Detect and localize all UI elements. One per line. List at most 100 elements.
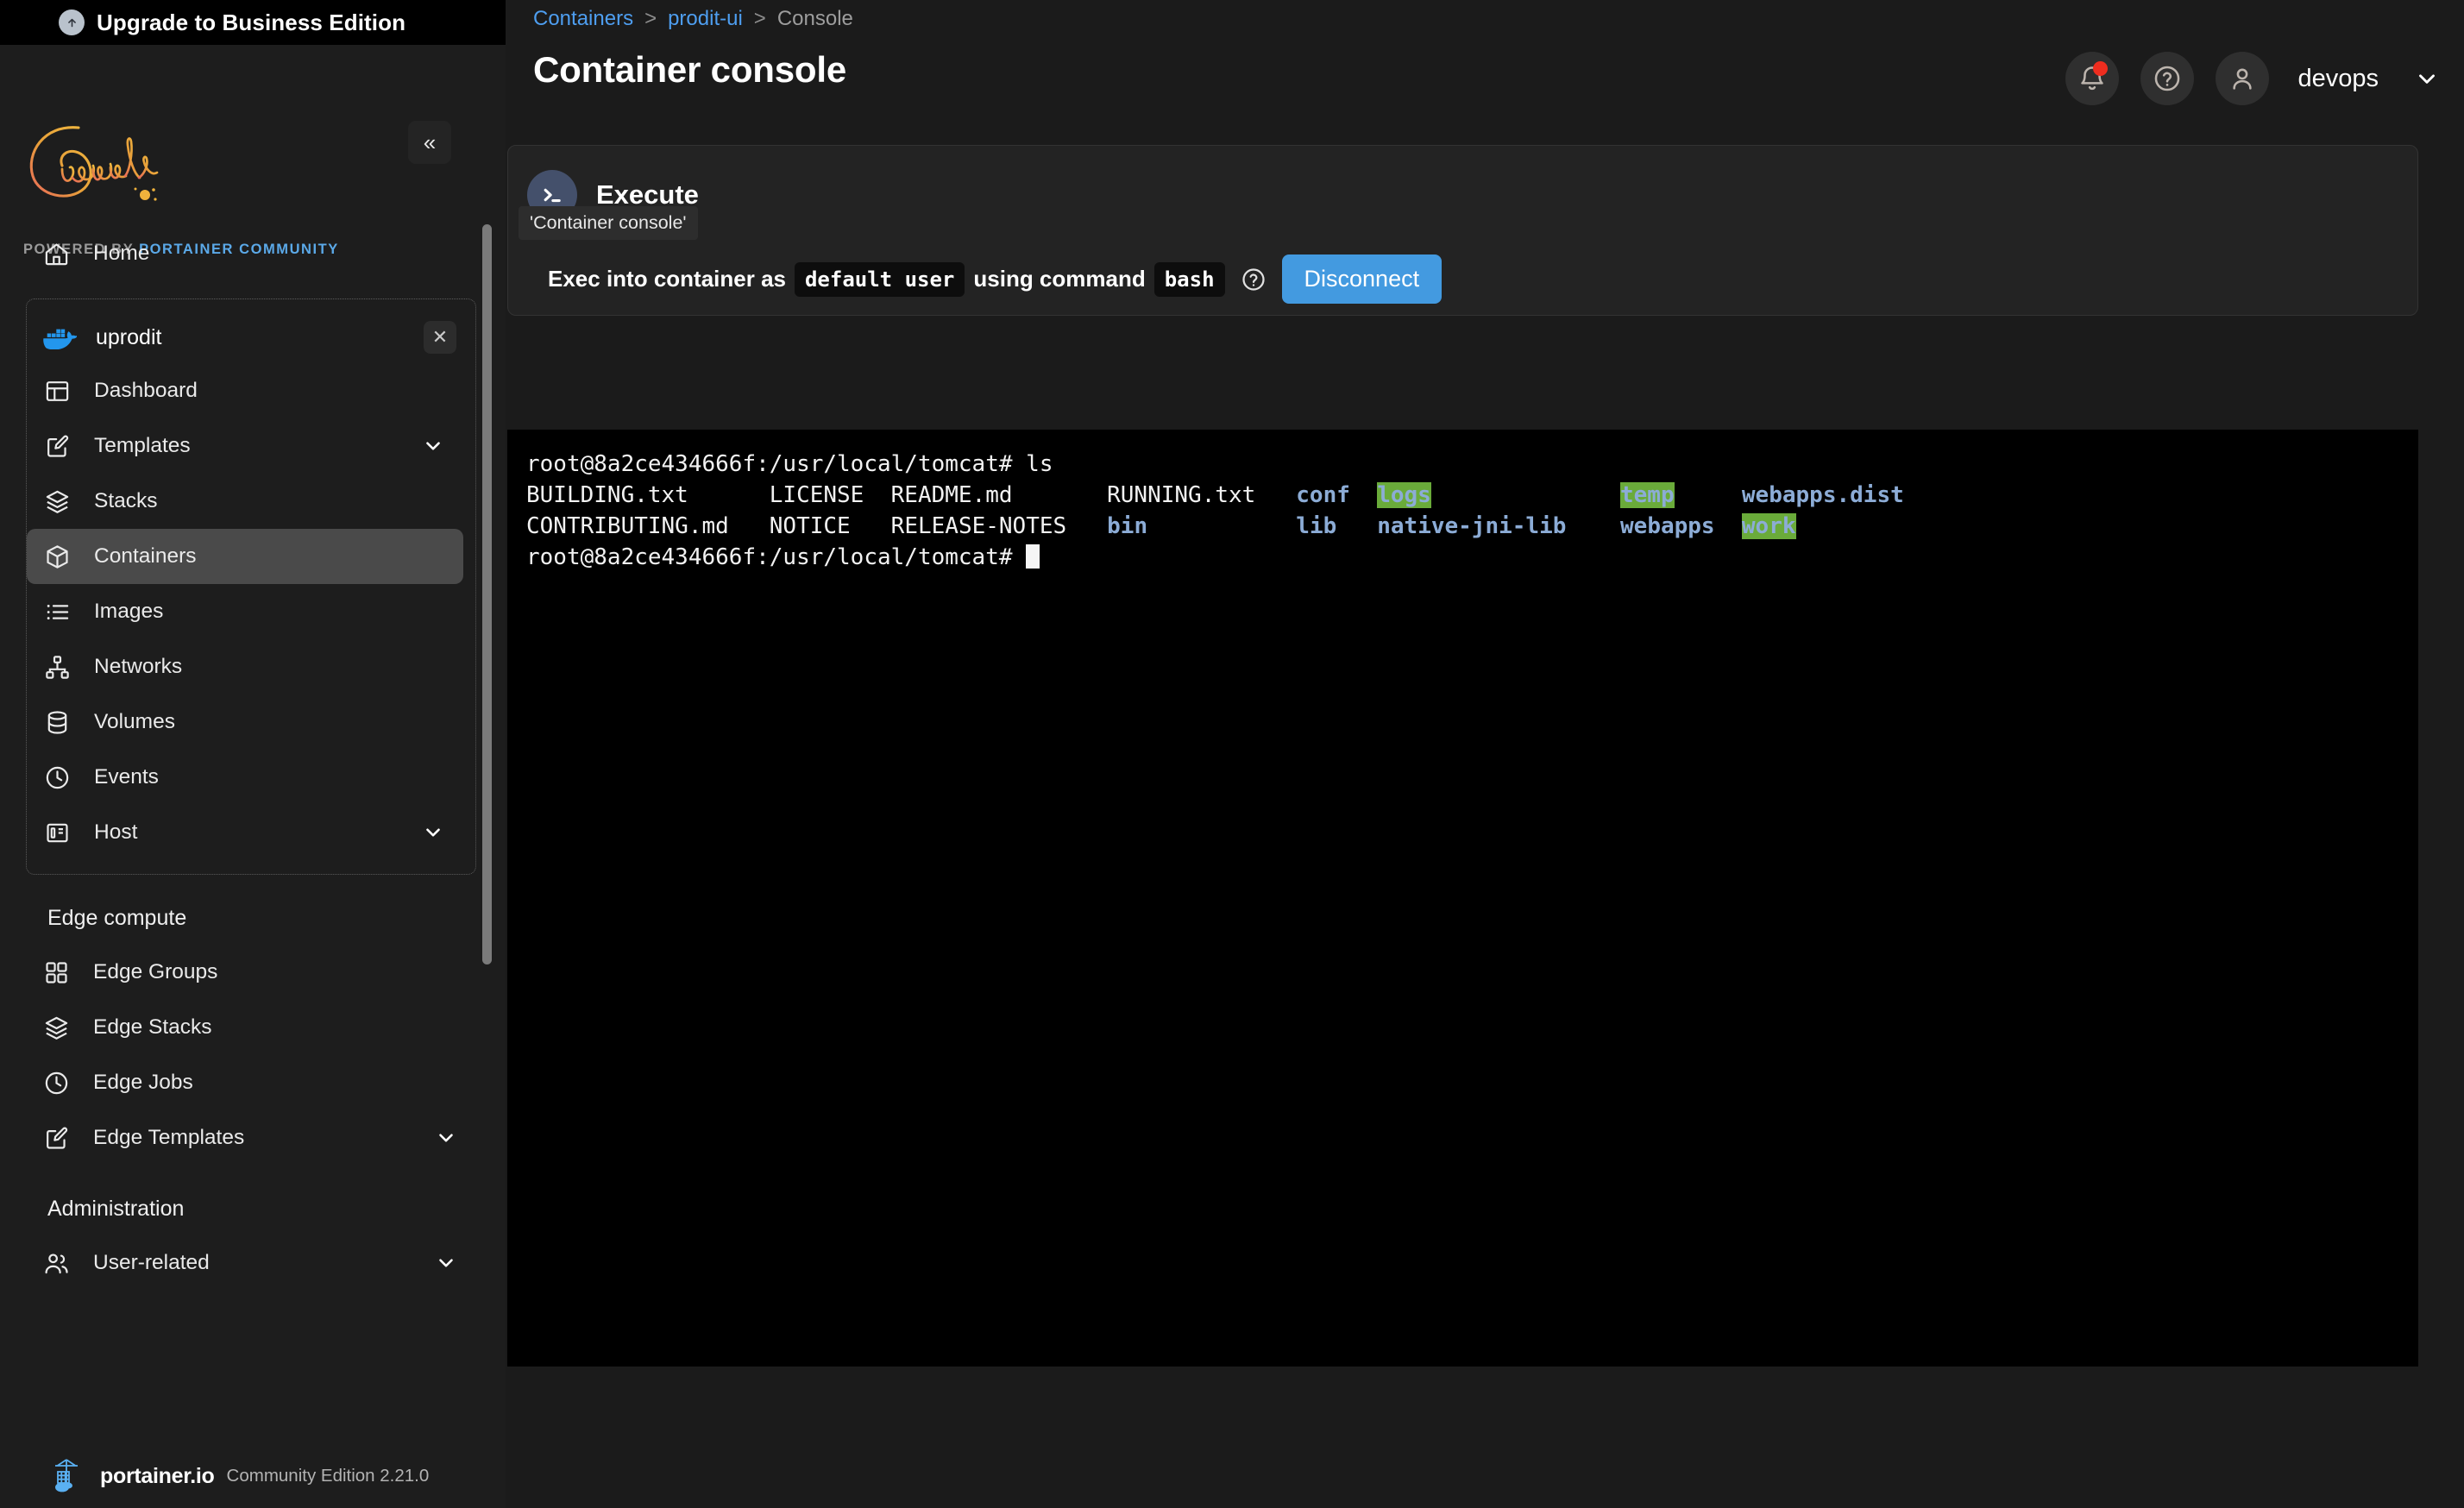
chevron-down-icon[interactable] bbox=[435, 1252, 457, 1274]
terminal-listing-entry: BUILDING.txt bbox=[526, 482, 688, 508]
terminal-listing-entry: NOTICE bbox=[769, 513, 851, 539]
terminal-output[interactable]: root@8a2ce434666f:/usr/local/tomcat# ls … bbox=[507, 430, 2418, 1367]
sidebar-item-events[interactable]: Events bbox=[27, 750, 463, 805]
terminal-listing-cell: RELEASE-NOTES bbox=[891, 511, 1107, 542]
sidebar-scrollbar-thumb[interactable] bbox=[482, 224, 492, 964]
exec-sentence-part2: using command bbox=[973, 266, 1146, 292]
terminal-prompt-line-last: root@8a2ce434666f:/usr/local/tomcat# bbox=[526, 542, 2418, 573]
administration-section-title: Administration bbox=[47, 1197, 185, 1221]
terminal-listing-cell: bin bbox=[1107, 511, 1296, 542]
sidebar-item-edge-templates[interactable]: Edge Templates bbox=[26, 1110, 476, 1166]
terminal-listing-cell: webapps bbox=[1620, 511, 1742, 542]
execute-header: Execute 'Container console' bbox=[508, 146, 2417, 240]
terminal-listing-entry: conf bbox=[1296, 482, 1350, 508]
terminal-listing-cell: RUNNING.txt bbox=[1107, 480, 1296, 511]
collapse-sidebar-button[interactable]: « bbox=[408, 121, 451, 164]
sidebar-item-edge-jobs[interactable]: Edge Jobs bbox=[26, 1055, 476, 1110]
question-circle-icon bbox=[2155, 66, 2180, 91]
sidebar-item-edge-groups[interactable]: Edge Groups bbox=[26, 945, 476, 1000]
breadcrumb-item-prodit-ui[interactable]: prodit-ui bbox=[668, 7, 743, 31]
sidebar-item-label: Dashboard bbox=[94, 379, 198, 402]
terminal-listing-cell: BUILDING.txt bbox=[526, 480, 770, 511]
chevron-down-icon[interactable] bbox=[422, 435, 444, 457]
main-content: Containers > prodit-ui > Console Contain… bbox=[506, 0, 2464, 1508]
sidebar-item-home[interactable]: Home bbox=[26, 226, 476, 281]
sidebar-item-label: Images bbox=[94, 600, 164, 623]
terminal-listing-entry: LICENSE bbox=[769, 482, 864, 508]
sidebar-item-label: Home bbox=[93, 242, 150, 265]
sidebar-item-dashboard[interactable]: Dashboard bbox=[27, 363, 463, 418]
sidebar-item-label: Edge Jobs bbox=[93, 1071, 193, 1094]
terminal-listing-cell: conf bbox=[1296, 480, 1377, 511]
templates-edit-icon bbox=[42, 431, 72, 461]
terminal-prompt-text: root@8a2ce434666f:/usr/local/tomcat# bbox=[526, 544, 1027, 570]
help-button[interactable] bbox=[2140, 52, 2195, 105]
avatar[interactable] bbox=[2216, 52, 2270, 105]
sidebar-footer: portainer.io Community Edition 2.21.0 bbox=[0, 1444, 506, 1508]
sidebar-item-containers[interactable]: Containers bbox=[27, 529, 463, 584]
breadcrumb-item-containers[interactable]: Containers bbox=[533, 7, 633, 31]
sidebar-item-host[interactable]: Host bbox=[27, 805, 463, 860]
terminal-listing-entry: native-jni-lib bbox=[1377, 513, 1567, 539]
header-actions: devops bbox=[2065, 52, 2440, 105]
terminal-listing-entry: lib bbox=[1296, 513, 1337, 539]
environment-header[interactable]: uprodit ✕ bbox=[27, 311, 463, 363]
edge-groups-grid-icon bbox=[41, 958, 71, 987]
sidebar-item-label: Events bbox=[94, 765, 159, 789]
disconnect-button[interactable]: Disconnect bbox=[1281, 254, 1443, 304]
environment-name: uprodit bbox=[96, 324, 162, 349]
edge-jobs-clock-icon bbox=[41, 1068, 71, 1097]
breadcrumb: Containers > prodit-ui > Console bbox=[533, 7, 853, 31]
terminal-listing-cell: logs bbox=[1377, 480, 1620, 511]
sidebar-item-label: User-related bbox=[93, 1251, 210, 1274]
upgrade-arrow-icon bbox=[59, 9, 85, 35]
user-avatar-icon bbox=[2233, 68, 2253, 90]
terminal-listing-entry: temp bbox=[1620, 482, 1675, 508]
exec-user-value: default user bbox=[794, 261, 965, 297]
user-related-people-icon bbox=[41, 1248, 71, 1278]
sidebar-item-volumes[interactable]: Volumes bbox=[27, 694, 463, 750]
chevron-down-icon[interactable] bbox=[435, 1127, 457, 1149]
comwork-logo bbox=[29, 126, 159, 201]
sidebar-item-label: Edge Templates bbox=[93, 1126, 245, 1149]
sidebar-item-images[interactable]: Images bbox=[27, 584, 463, 639]
sidebar-item-networks[interactable]: Networks bbox=[27, 639, 463, 694]
sidebar-item-edge-stacks[interactable]: Edge Stacks bbox=[26, 1000, 476, 1055]
terminal-listing-row: CONTRIBUTING.md NOTICE RELEASE-NOTES bin… bbox=[526, 511, 2418, 542]
sidebar-scrollbar[interactable] bbox=[482, 224, 492, 1389]
edge-compute-section-title: Edge compute bbox=[47, 906, 187, 930]
portainer-crane-icon bbox=[55, 1459, 78, 1492]
sidebar-item-templates[interactable]: Templates bbox=[27, 418, 463, 474]
portainer-version: Community Edition 2.21.0 bbox=[226, 1466, 430, 1486]
portainer-name: portainer.io bbox=[100, 1463, 215, 1488]
stacks-layers-icon bbox=[42, 487, 72, 516]
docker-whale-icon bbox=[42, 325, 77, 349]
user-menu-chevron-down-icon[interactable] bbox=[2414, 66, 2440, 91]
upgrade-label: Upgrade to Business Edition bbox=[97, 9, 406, 35]
environment-close-button[interactable]: ✕ bbox=[424, 321, 456, 354]
chevron-down-icon[interactable] bbox=[422, 821, 444, 844]
sidebar-item-user-related[interactable]: User-related bbox=[26, 1235, 476, 1291]
terminal-listing-entry: CONTRIBUTING.md bbox=[526, 513, 729, 539]
notifications-button[interactable] bbox=[2065, 52, 2120, 105]
breadcrumb-item-console: Console bbox=[776, 7, 853, 30]
terminal-listing-entry: work bbox=[1741, 513, 1796, 539]
terminal-listing-entry: webapps.dist bbox=[1741, 482, 1904, 508]
terminal-listing-cell: temp bbox=[1620, 480, 1742, 511]
exec-command-row: Exec into container as default user usin… bbox=[548, 254, 2417, 304]
exec-sentence-part1: Exec into container as bbox=[548, 266, 786, 292]
terminal-listing-cell: README.md bbox=[891, 480, 1107, 511]
terminal-listing-cell: native-jni-lib bbox=[1377, 511, 1620, 542]
exec-help-icon[interactable] bbox=[1241, 267, 1267, 292]
sidebar-item-stacks[interactable]: Stacks bbox=[27, 474, 463, 529]
exec-command-value: bash bbox=[1153, 261, 1225, 297]
container-cube-icon bbox=[42, 542, 72, 571]
upgrade-banner[interactable]: Upgrade to Business Edition bbox=[0, 0, 506, 45]
sidebar-item-label: Stacks bbox=[94, 489, 158, 512]
terminal-listing-cell: LICENSE bbox=[770, 480, 891, 511]
sidebar-item-label: Networks bbox=[94, 655, 183, 678]
edge-templates-edit-icon bbox=[41, 1123, 71, 1153]
app-root: Upgrade to Business Edition « POWERED BY… bbox=[0, 0, 2464, 1508]
sidebar-nav-scroll: Home uprodit ✕ Dashboard Templates Stack… bbox=[0, 226, 506, 1434]
terminal-listing-cell: NOTICE bbox=[770, 511, 891, 542]
